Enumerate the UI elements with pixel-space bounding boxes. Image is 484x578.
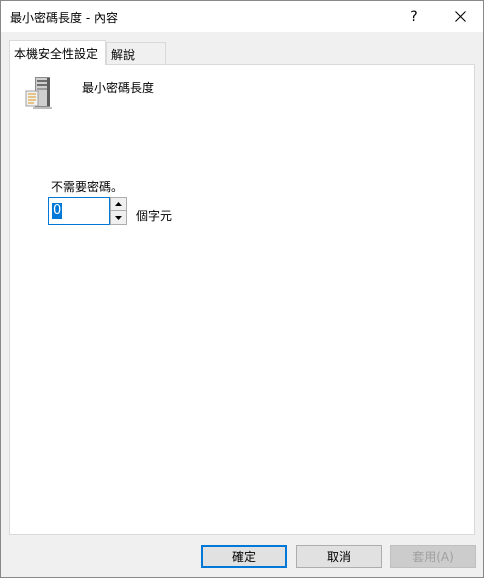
title-bar: 最小密碼長度 - 內容 ?	[1, 1, 483, 32]
properties-dialog: 最小密碼長度 - 內容 ? 本機安全性設定 解說 最小密碼長度 不需要密碼。 0…	[0, 0, 484, 578]
length-value: 0	[52, 203, 63, 219]
arrow-down-icon	[115, 215, 122, 220]
arrow-up-icon	[115, 202, 122, 206]
policy-description: 不需要密碼。	[51, 180, 124, 194]
cancel-button[interactable]: 取消	[296, 545, 382, 568]
ok-button[interactable]: 確定	[201, 545, 287, 568]
tab-label: 本機安全性設定	[14, 47, 99, 61]
tab-label: 解說	[111, 48, 136, 62]
tab-explain[interactable]: 解說	[106, 42, 166, 64]
tab-panel: 最小密碼長度 不需要密碼。 0 個字元	[9, 64, 475, 535]
spin-up-button[interactable]	[111, 198, 126, 211]
length-input[interactable]: 0	[48, 197, 110, 225]
tab-local-security-setting[interactable]: 本機安全性設定	[9, 40, 106, 65]
help-button[interactable]: ?	[391, 1, 437, 32]
spinner-buttons	[110, 197, 127, 225]
help-icon: ?	[410, 8, 418, 25]
length-spinner: 0	[48, 197, 128, 225]
close-button[interactable]	[437, 1, 483, 32]
close-icon	[454, 11, 466, 22]
policy-name: 最小密碼長度	[82, 81, 155, 95]
apply-button[interactable]: 套用(A)	[390, 545, 476, 568]
unit-label: 個字元	[136, 209, 173, 223]
window-title: 最小密碼長度 - 內容	[10, 11, 118, 25]
spin-down-button[interactable]	[111, 211, 126, 224]
server-icon	[25, 77, 52, 109]
